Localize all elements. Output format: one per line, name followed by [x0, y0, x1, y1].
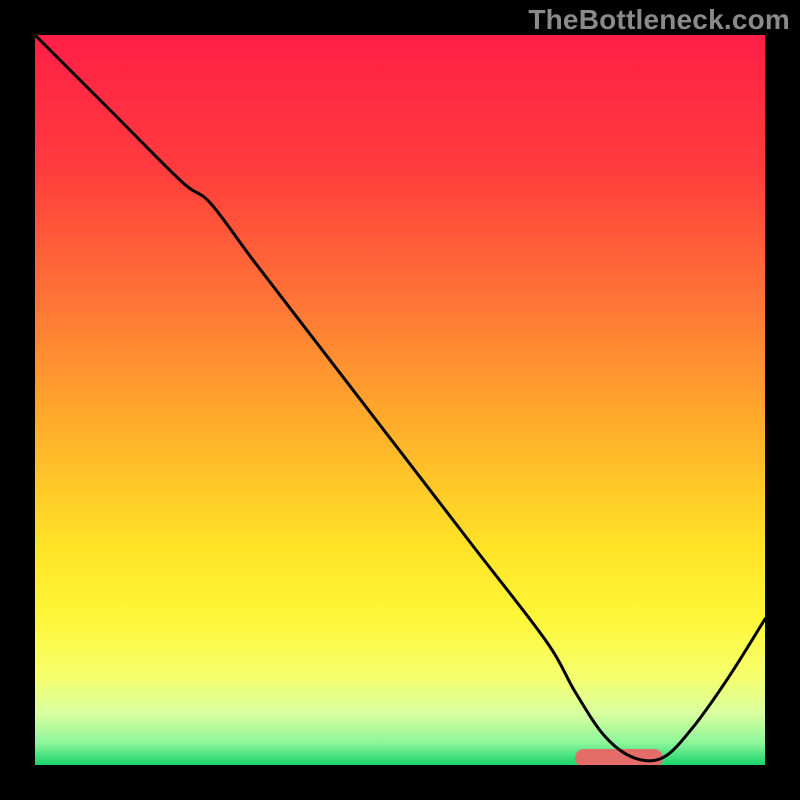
watermark-text: TheBottleneck.com [528, 4, 790, 36]
bottleneck-curve [35, 35, 765, 765]
chart-frame: TheBottleneck.com [0, 0, 800, 800]
plot-area [35, 35, 765, 765]
